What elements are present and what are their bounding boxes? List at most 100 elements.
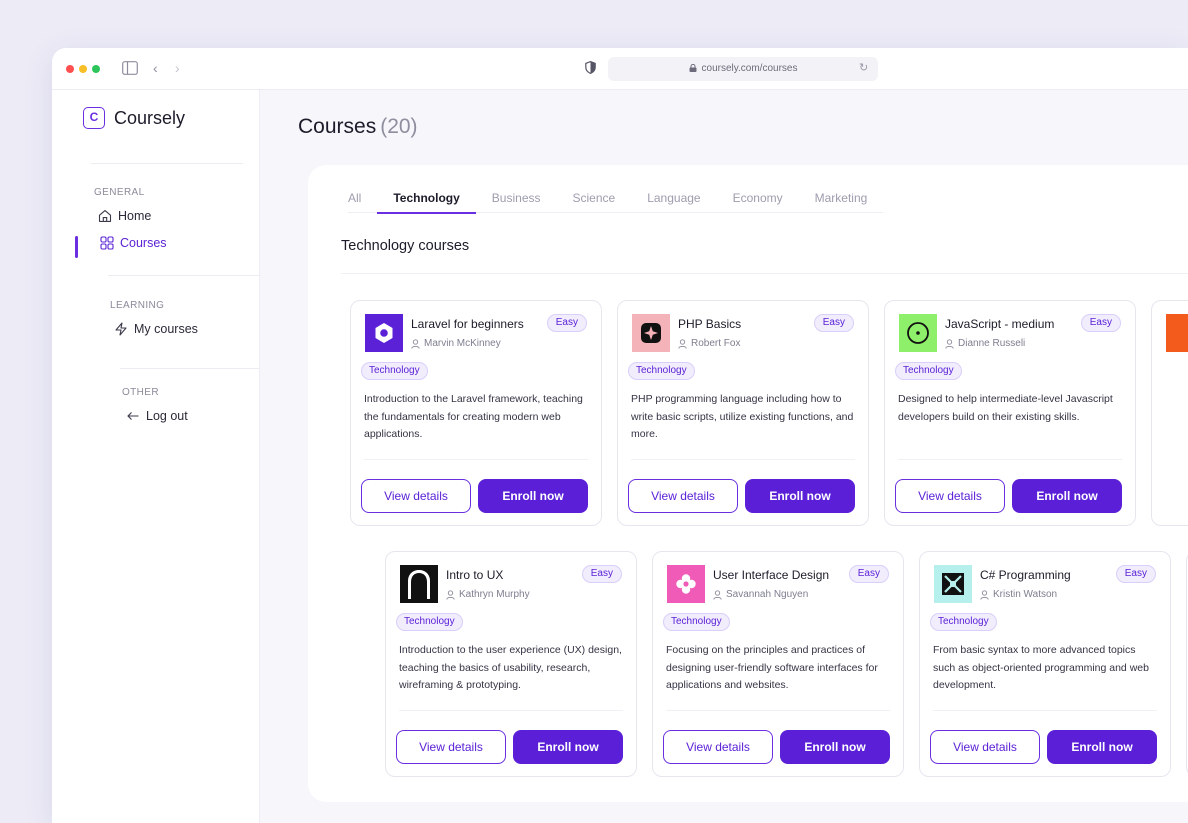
enroll-now-button[interactable]: Enroll now (1012, 479, 1122, 513)
enroll-now-button[interactable]: Enroll now (780, 730, 890, 764)
tab-business[interactable]: Business (476, 187, 557, 213)
active-indicator (75, 236, 78, 258)
section-label-learning: LEARNING (110, 300, 165, 311)
course-thumbnail (667, 565, 705, 603)
courses-panel: All Technology Business Science Language… (308, 165, 1188, 802)
card-divider (933, 710, 1157, 711)
course-title: C# Programming (980, 568, 1071, 582)
card-divider (898, 459, 1122, 460)
course-thumbnail (400, 565, 438, 603)
lock-icon (689, 64, 697, 72)
tab-science[interactable]: Science (557, 187, 632, 213)
difficulty-badge: Easy (848, 565, 889, 583)
course-card-ux: Intro to UX Kathryn Murphy Easy Technolo… (385, 551, 637, 777)
author-name: Savannah Nguyen (726, 589, 809, 600)
card-divider (399, 710, 623, 711)
category-tag: Technology (930, 613, 997, 631)
tab-economy[interactable]: Economy (717, 187, 799, 213)
enroll-now-button[interactable]: Enroll now (745, 479, 855, 513)
card-divider (666, 710, 890, 711)
author-name: Marvin McKinney (424, 338, 501, 349)
view-details-button[interactable]: View details (396, 730, 506, 764)
author-name: Kristin Watson (993, 589, 1058, 600)
user-icon (446, 589, 455, 600)
view-details-button[interactable]: View details (628, 479, 738, 513)
course-card-partial (1151, 300, 1188, 526)
maximize-window-button[interactable] (92, 65, 100, 73)
course-author: Robert Fox (678, 338, 740, 349)
sidebar-item-label: My courses (134, 322, 198, 336)
course-thumbnail (1166, 314, 1188, 352)
course-card-csharp: C# Programming Kristin Watson Easy Techn… (919, 551, 1171, 777)
course-thumbnail (934, 565, 972, 603)
sidebar-toggle-icon[interactable] (122, 61, 138, 75)
category-tag: Technology (895, 362, 962, 380)
app-logo[interactable]: C Coursely (83, 107, 185, 129)
course-description: From basic syntax to more advanced topic… (933, 644, 1149, 691)
arch-shape-icon (400, 565, 438, 603)
sidebar-item-label: Log out (146, 409, 188, 423)
tab-technology[interactable]: Technology (377, 187, 477, 214)
category-tag: Technology (396, 613, 463, 631)
tab-marketing[interactable]: Marketing (799, 187, 884, 213)
category-tag: Technology (628, 362, 695, 380)
course-author: Marvin McKinney (411, 338, 501, 349)
close-window-button[interactable] (66, 65, 74, 73)
minimize-window-button[interactable] (79, 65, 87, 73)
course-card-php: PHP Basics Robert Fox Easy Technology PH… (617, 300, 869, 526)
course-author: Savannah Nguyen (713, 589, 808, 600)
target-circle-icon (907, 322, 929, 344)
sidebar-item-log-out[interactable]: Log out (126, 409, 188, 423)
tab-all[interactable]: All (348, 187, 377, 213)
address-bar[interactable]: coursely.com/courses (608, 57, 878, 81)
course-card-javascript: JavaScript - medium Dianne Russeli Easy … (884, 300, 1136, 526)
arrow-left-icon (127, 412, 139, 420)
card-divider (364, 459, 588, 460)
sidebar-item-courses[interactable]: Courses (100, 236, 167, 250)
sidebar-divider (91, 163, 243, 164)
course-thumbnail (899, 314, 937, 352)
section-label-other: OTHER (122, 387, 159, 398)
enroll-now-button[interactable]: Enroll now (513, 730, 623, 764)
enroll-now-button[interactable]: Enroll now (1047, 730, 1157, 764)
sidebar: C Coursely GENERAL Home Courses LEARNING (52, 90, 260, 823)
author-name: Kathryn Murphy (459, 589, 530, 600)
course-title: Intro to UX (446, 568, 504, 582)
section-title: Technology courses (341, 238, 470, 254)
course-description: PHP programming language including how t… (631, 393, 854, 440)
category-tabs: All Technology Business Science Language… (348, 187, 884, 214)
course-description: Focusing on the principles and practices… (666, 644, 878, 691)
sidebar-divider (108, 275, 260, 276)
reload-icon[interactable]: ↻ (859, 61, 868, 74)
difficulty-badge: Easy (546, 314, 587, 332)
course-title: JavaScript - medium (945, 317, 1055, 331)
course-author: Dianne Russeli (945, 338, 1025, 349)
course-title: User Interface Design (713, 568, 830, 582)
sidebar-item-label: Home (118, 209, 152, 223)
back-icon[interactable]: ‹ (153, 60, 158, 76)
view-details-button[interactable]: View details (930, 730, 1040, 764)
page-title: Courses (20) (298, 115, 418, 139)
view-details-button[interactable]: View details (895, 479, 1005, 513)
crossed-arrows-icon (942, 573, 964, 595)
course-thumbnail (632, 314, 670, 352)
logo-mark: C (83, 107, 105, 129)
course-thumbnail (365, 314, 403, 352)
sidebar-item-my-courses[interactable]: My courses (114, 322, 198, 336)
view-details-button[interactable]: View details (663, 730, 773, 764)
course-title: Laravel for beginners (411, 317, 524, 331)
shield-icon[interactable] (585, 61, 596, 74)
course-card-ui-design: User Interface Design Savannah Nguyen Ea… (652, 551, 904, 777)
user-icon (713, 589, 722, 600)
sidebar-item-home[interactable]: Home (98, 209, 151, 223)
url-text: coursely.com/courses (701, 63, 798, 74)
view-details-button[interactable]: View details (361, 479, 471, 513)
forward-icon[interactable]: › (175, 60, 180, 76)
tab-language[interactable]: Language (631, 187, 716, 213)
grid-icon (100, 236, 114, 250)
user-icon (678, 338, 687, 349)
hexagon-gear-icon (375, 323, 393, 343)
enroll-now-button[interactable]: Enroll now (478, 479, 588, 513)
author-name: Robert Fox (691, 338, 741, 349)
category-tag: Technology (361, 362, 428, 380)
